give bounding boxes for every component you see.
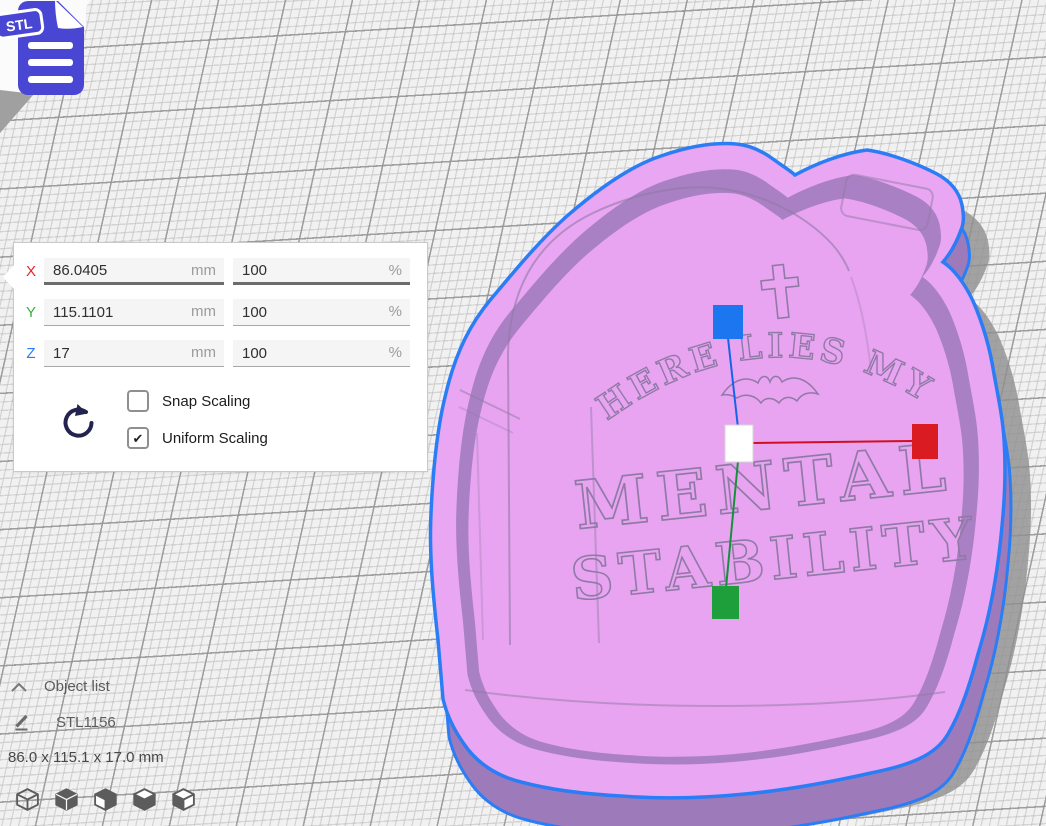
stl-file-icon: STL xyxy=(0,0,100,102)
model-3d[interactable]: HERE LIES MY MENTAL STABILITY xyxy=(415,95,1046,826)
uniform-scaling-option[interactable]: ✔ Uniform Scaling xyxy=(127,427,268,449)
axis-label-y: Y xyxy=(18,304,44,321)
scale-z-mm-input[interactable] xyxy=(44,340,224,366)
scale-z-percent-field[interactable]: % xyxy=(233,340,410,367)
snap-scaling-checkbox[interactable] xyxy=(127,390,149,412)
object-dimensions: 86.0 x 115.1 x 17.0 mm xyxy=(8,749,164,766)
object-list-header[interactable]: Object list xyxy=(10,678,110,695)
scale-x-mm-field[interactable]: mm xyxy=(44,258,224,285)
object-list-item[interactable]: STL1156 xyxy=(12,712,116,732)
scale-y-mm-field[interactable]: mm xyxy=(44,299,224,326)
pencil-icon xyxy=(12,712,32,732)
wireframe-cube-icon[interactable] xyxy=(14,786,41,813)
cube-front-face-icon[interactable] xyxy=(92,786,119,813)
cube-top-right-faces-icon[interactable] xyxy=(170,786,197,813)
file-line-1 xyxy=(28,42,73,49)
scale-z-mm-field[interactable]: mm xyxy=(44,340,224,367)
scale-y-percent-input[interactable] xyxy=(233,299,410,325)
scale-row-x: X mm % xyxy=(14,258,427,285)
scale-row-y: Y mm % xyxy=(14,299,427,326)
scale-handle-z[interactable] xyxy=(713,305,743,339)
reset-counterclockwise-icon xyxy=(56,401,100,445)
scale-y-percent-field[interactable]: % xyxy=(233,299,410,326)
view-mode-toolbar xyxy=(14,786,197,813)
panel-tail xyxy=(3,265,14,289)
scale-x-mm-input[interactable] xyxy=(44,258,224,282)
axis-label-z: Z xyxy=(18,345,44,362)
scale-handle-x[interactable] xyxy=(912,424,938,459)
cube-top-face-icon[interactable] xyxy=(131,786,158,813)
snap-scaling-label: Snap Scaling xyxy=(162,393,250,410)
stl-badge: STL xyxy=(0,9,43,39)
axis-label-x: X xyxy=(18,263,44,280)
scale-x-percent-field[interactable]: % xyxy=(233,258,410,285)
scale-handle-y[interactable] xyxy=(712,586,739,619)
uniform-scaling-label: Uniform Scaling xyxy=(162,430,268,447)
chevron-up-icon xyxy=(10,681,28,693)
uniform-scaling-checkbox[interactable]: ✔ xyxy=(127,427,149,449)
solid-cube-icon[interactable] xyxy=(53,786,80,813)
file-line-2 xyxy=(28,59,73,66)
scale-handle-center[interactable] xyxy=(725,425,753,462)
scale-y-mm-input[interactable] xyxy=(44,299,224,325)
scale-row-z: Z mm % xyxy=(14,340,427,367)
object-list-title: Object list xyxy=(44,678,110,695)
scale-z-percent-input[interactable] xyxy=(233,340,410,366)
file-line-3 xyxy=(28,76,73,83)
snap-scaling-option[interactable]: Snap Scaling xyxy=(127,390,250,412)
reset-scale-button[interactable] xyxy=(56,401,100,445)
scale-tool-panel: X mm % Y mm % Z mm % xyxy=(13,242,428,472)
object-item-name: STL1156 xyxy=(56,714,116,731)
scale-x-percent-input[interactable] xyxy=(233,258,410,282)
